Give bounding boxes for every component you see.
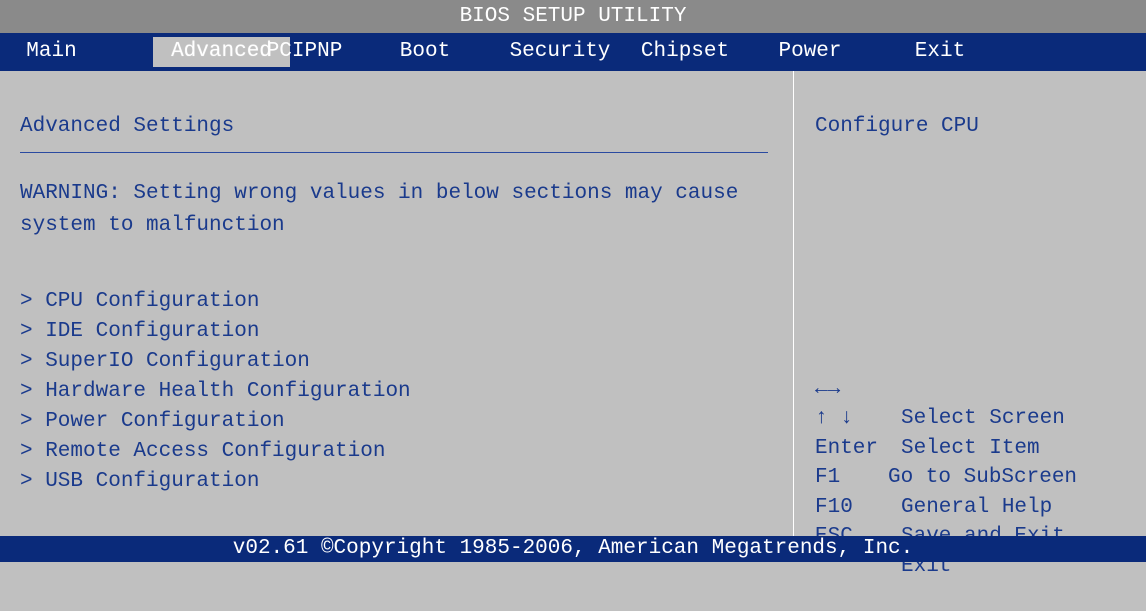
tab-bar: Main Advanced PCIPNP Boot Security Chips… [0, 33, 1146, 71]
key-legend-row: ↑ ↓ Select Item [815, 375, 1040, 460]
tab-security[interactable]: Security [495, 37, 625, 67]
key-description: Select Item [901, 436, 1040, 460]
submenu-item-usb[interactable]: > USB Configuration [20, 467, 411, 497]
key-description: Select Screen [901, 407, 1065, 430]
submenu-list: > CPU Configuration > IDE Configuration … [20, 287, 411, 497]
key-legend-row: F1 General Help [815, 434, 1052, 519]
submenu-item-power[interactable]: > Power Configuration [20, 407, 411, 437]
panel-divider [793, 71, 794, 536]
tab-main[interactable]: Main [0, 37, 103, 67]
key-description: Go to SubScreen [888, 466, 1078, 489]
help-text: Configure CPU [815, 115, 979, 138]
key-legend-row: ←→ Select Screen [815, 345, 1065, 431]
key-legend-row: Enter Go to SubScreen [815, 404, 1077, 490]
tab-pcipnp[interactable]: PCIPNP [254, 37, 355, 67]
submenu-item-hardware-health[interactable]: > Hardware Health Configuration [20, 377, 411, 407]
key-legend: ←→ Select Screen ↑ ↓ Select Item Enter G… [815, 345, 1077, 578]
submenu-item-ide[interactable]: > IDE Configuration [20, 317, 411, 347]
tab-exit[interactable]: Exit [875, 37, 1005, 67]
tab-power[interactable]: Power [745, 37, 875, 67]
submenu-item-superio[interactable]: > SuperIO Configuration [20, 347, 411, 377]
tab-chipset[interactable]: Chipset [625, 37, 745, 67]
key-legend-row: ESC Exit [815, 493, 951, 578]
window-title: BIOS SETUP UTILITY [0, 0, 1146, 33]
submenu-item-remote-access[interactable]: > Remote Access Configuration [20, 437, 411, 467]
page-title: Advanced Settings [20, 115, 235, 138]
heading-divider [20, 152, 768, 153]
key-description: General Help [901, 495, 1053, 519]
warning-text: WARNING: Setting wrong values in below s… [20, 182, 739, 237]
submenu-item-cpu[interactable]: > CPU Configuration [20, 287, 411, 317]
content-area: Advanced Settings WARNING: Setting wrong… [0, 71, 1146, 578]
key-legend-row: F10 Save and Exit [815, 463, 1065, 549]
tab-boot[interactable]: Boot [355, 37, 495, 67]
copyright-footer: v02.61 ©Copyright 1985-2006, American Me… [0, 536, 1146, 562]
